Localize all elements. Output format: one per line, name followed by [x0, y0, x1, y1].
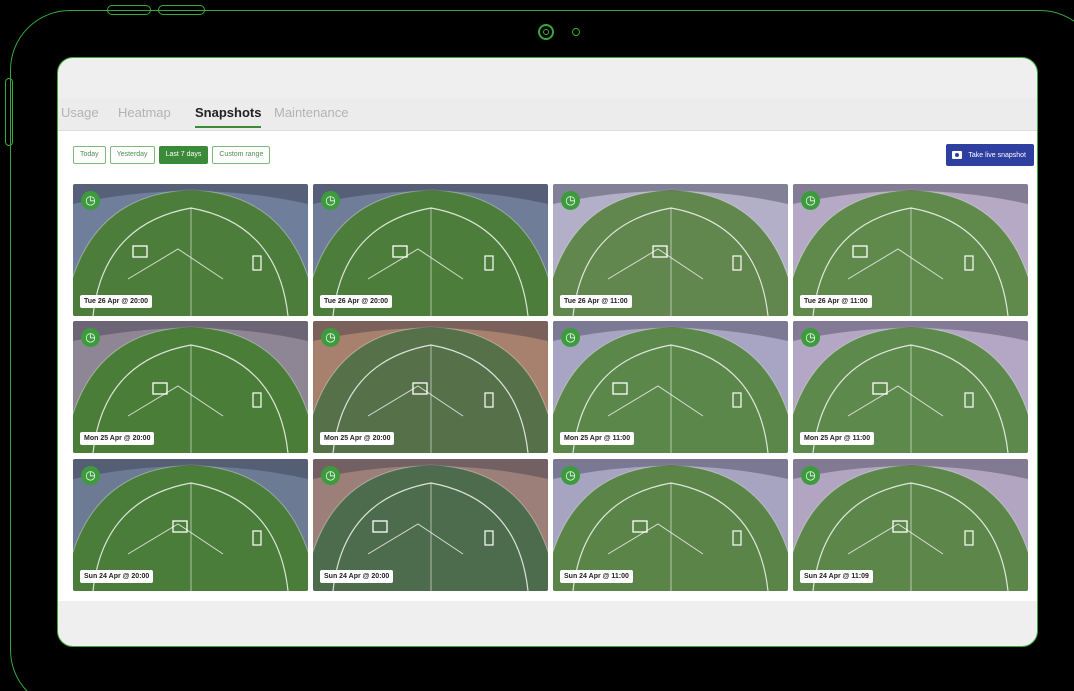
take-live-snapshot-button[interactable]: Take live snapshot: [946, 144, 1034, 166]
timer-icon: ◷: [561, 328, 580, 347]
snapshot-timestamp: Mon 25 Apr @ 20:00: [80, 432, 155, 445]
timer-icon: ◷: [801, 466, 820, 485]
date-filter-group: Today Yesterday Last 7 days Custom range: [73, 146, 271, 164]
tablet-top-button-2: [158, 5, 205, 15]
snapshot-timestamp: Tue 26 Apr @ 20:00: [80, 295, 153, 308]
filter-custom-range[interactable]: Custom range: [212, 146, 271, 164]
tablet-side-button: [5, 78, 13, 146]
snapshot-timestamp: Sun 24 Apr @ 11:00: [560, 570, 633, 583]
snapshot-timestamp: Tue 26 Apr @ 11:00: [800, 295, 872, 308]
snapshot-timestamp: Mon 25 Apr @ 11:00: [800, 432, 875, 445]
snapshot-thumbnail[interactable]: ◷ Sun 24 Apr @ 11:09: [793, 459, 1028, 591]
timer-icon: ◷: [561, 466, 580, 485]
snapshot-thumbnail[interactable]: ◷ Sun 24 Apr @ 20:00: [73, 459, 308, 591]
snapshot-timestamp: Tue 26 Apr @ 11:00: [560, 295, 632, 308]
device-mockup: Usage Heatmap Snapshots Maintenance Toda…: [0, 0, 1074, 691]
filter-yesterday[interactable]: Yesterday: [109, 146, 155, 164]
snapshot-thumbnail[interactable]: ◷ Tue 26 Apr @ 20:00: [73, 184, 308, 316]
timer-icon: ◷: [321, 328, 340, 347]
tablet-top-button-1: [107, 5, 151, 15]
tab-heatmap[interactable]: Heatmap: [118, 105, 171, 120]
tab-bar: Usage Heatmap Snapshots Maintenance: [58, 98, 1037, 131]
snapshot-timestamp: Tue 26 Apr @ 20:00: [320, 295, 393, 308]
app-screen: Usage Heatmap Snapshots Maintenance Toda…: [57, 57, 1038, 647]
snapshot-thumbnail[interactable]: ◷ Tue 26 Apr @ 11:00: [793, 184, 1028, 316]
timer-icon: ◷: [81, 328, 100, 347]
timer-icon: ◷: [321, 191, 340, 210]
take-live-snapshot-label: Take live snapshot: [968, 151, 1026, 159]
tab-snapshots[interactable]: Snapshots: [195, 105, 262, 128]
snapshot-timestamp: Sun 24 Apr @ 20:00: [320, 570, 394, 583]
snapshot-thumbnail[interactable]: ◷ Sun 24 Apr @ 20:00: [313, 459, 548, 591]
front-camera-icon: [538, 24, 554, 40]
timer-icon: ◷: [321, 466, 340, 485]
snapshot-thumbnail[interactable]: ◷ Mon 25 Apr @ 11:00: [793, 321, 1028, 453]
snapshot-timestamp: Sun 24 Apr @ 11:09: [800, 570, 873, 583]
timer-icon: ◷: [801, 191, 820, 210]
filter-last-7-days[interactable]: Last 7 days: [158, 146, 209, 164]
snapshot-timestamp: Mon 25 Apr @ 20:00: [320, 432, 395, 445]
tab-usage[interactable]: Usage: [61, 105, 99, 120]
timer-icon: ◷: [81, 466, 100, 485]
snapshots-panel: Today Yesterday Last 7 days Custom range…: [58, 131, 1037, 601]
snapshot-thumbnail[interactable]: ◷ Mon 25 Apr @ 11:00: [553, 321, 788, 453]
timer-icon: ◷: [801, 328, 820, 347]
timer-icon: ◷: [81, 191, 100, 210]
snapshot-thumbnail[interactable]: ◷ Mon 25 Apr @ 20:00: [313, 321, 548, 453]
snapshot-thumbnail[interactable]: ◷ Sun 24 Apr @ 11:00: [553, 459, 788, 591]
snapshot-timestamp: Sun 24 Apr @ 20:00: [80, 570, 154, 583]
snapshot-thumbnail[interactable]: ◷ Tue 26 Apr @ 11:00: [553, 184, 788, 316]
tab-maintenance[interactable]: Maintenance: [274, 105, 348, 120]
camera-icon: [952, 151, 963, 159]
snapshot-thumbnail[interactable]: ◷ Mon 25 Apr @ 20:00: [73, 321, 308, 453]
snapshot-thumbnail[interactable]: ◷ Tue 26 Apr @ 20:00: [313, 184, 548, 316]
sensor-icon: [572, 28, 580, 36]
filter-today[interactable]: Today: [73, 146, 106, 164]
timer-icon: ◷: [561, 191, 580, 210]
snapshot-timestamp: Mon 25 Apr @ 11:00: [560, 432, 635, 445]
